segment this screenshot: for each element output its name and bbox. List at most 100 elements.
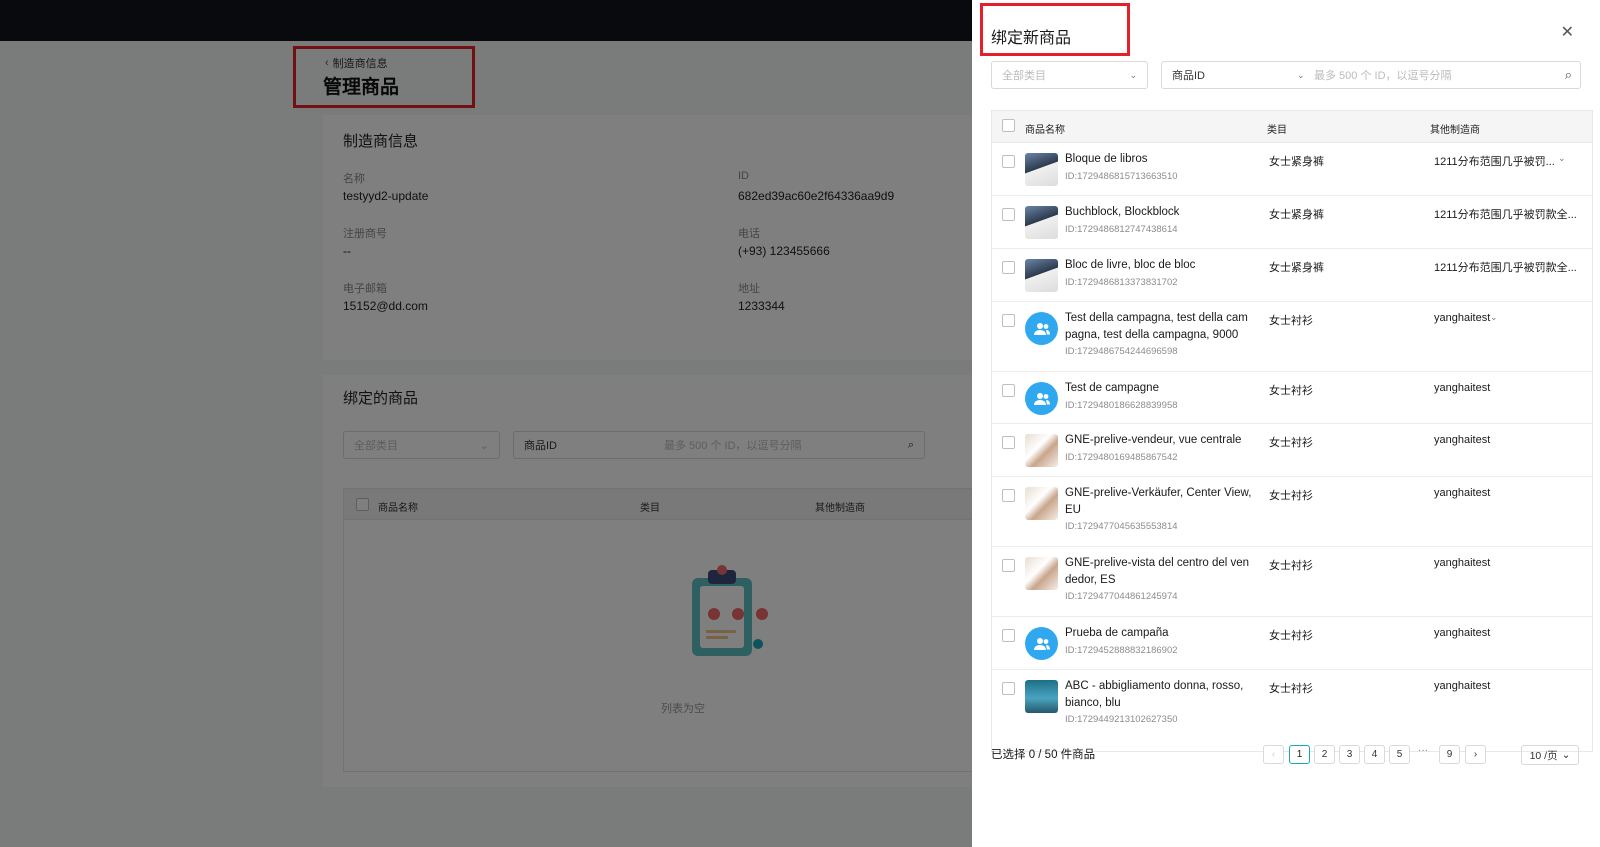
chevron-down-icon: ⌄ (1297, 69, 1305, 80)
page-button-3[interactable]: 3 (1339, 745, 1360, 764)
product-thumbnail (1025, 259, 1058, 292)
other-manufacturer: 1211分布范围几乎被罚... (1434, 156, 1555, 168)
product-category: 女士衬衫 (1269, 490, 1313, 502)
product-id: ID:1729480186628839958 (1065, 400, 1178, 411)
column-header-name: 商品名称 (1025, 125, 1065, 136)
page-button-2[interactable]: 2 (1314, 745, 1335, 764)
chevron-right-icon[interactable]: › (1465, 745, 1486, 764)
table-row[interactable]: Test de campagne ID:1729480186628839958 女士… (992, 372, 1592, 424)
table-row[interactable]: Bloque de libros ID:1729486815713663510 女士… (992, 143, 1592, 196)
product-id: ID:1729486812747438614 (1065, 224, 1178, 235)
table-row[interactable]: GNE-prelive-Verkäufer, Center View, EU ID… (992, 477, 1592, 547)
product-name: GNE-prelive-Verkäufer, Center View, EU (1065, 487, 1252, 516)
chevron-down-icon: ⌄ (1561, 749, 1571, 761)
product-category: 女士紧身裤 (1269, 209, 1324, 221)
product-category: 女士衬衫 (1269, 315, 1313, 327)
product-thumbnail (1025, 557, 1058, 590)
row-checkbox[interactable] (1002, 436, 1015, 449)
product-name: Bloc de livre, bloc de bloc (1065, 259, 1196, 271)
user-group-icon (1025, 382, 1058, 415)
product-name: GNE-prelive-vista del centro del ven ded… (1065, 557, 1250, 586)
page-size-select[interactable]: 10 /页 ⌄ (1521, 745, 1579, 765)
chevron-down-icon[interactable]: ⌄ (1490, 312, 1498, 323)
product-name: Test della campagna, test della cam pagn… (1065, 312, 1248, 341)
chevron-left-icon[interactable]: ‹ (1263, 745, 1284, 764)
product-name: Bloque de libros (1065, 153, 1148, 165)
user-group-icon (1025, 627, 1058, 660)
other-manufacturer: 1211分布范围几乎被罚款全... (1434, 262, 1577, 274)
table-row[interactable]: Test della campagna, test della cam pagn… (992, 302, 1592, 372)
product-id: ID:1729477044861245974 (1065, 591, 1178, 602)
other-manufacturer: yanghaitest (1434, 382, 1491, 394)
modal-overlay[interactable] (0, 0, 972, 847)
other-manufacturer: yanghaitest (1434, 627, 1491, 639)
table-row[interactable]: Buchblock, Blockblock ID:1729486812747438… (992, 196, 1592, 249)
row-checkbox[interactable] (1002, 384, 1015, 397)
row-checkbox[interactable] (1002, 314, 1015, 327)
product-category: 女士紧身裤 (1269, 156, 1324, 168)
product-name: GNE-prelive-vendeur, vue centrale (1065, 434, 1242, 446)
other-manufacturer: yanghaitest (1434, 557, 1491, 569)
table-row[interactable]: Bloc de livre, bloc de bloc ID:1729486813… (992, 249, 1592, 302)
table-row[interactable]: GNE-prelive-vendeur, vue centrale ID:1729… (992, 424, 1592, 477)
page-button-5[interactable]: 5 (1389, 745, 1410, 764)
chevron-down-icon[interactable]: ⌄ (1558, 153, 1566, 164)
product-thumbnail (1025, 434, 1058, 467)
search-input[interactable]: 商品ID ⌄ 最多 500 个 ID，以逗号分隔 ⌕ (1161, 61, 1581, 89)
chevron-down-icon: ⌄ (1129, 69, 1137, 80)
row-checkbox[interactable] (1002, 489, 1015, 502)
product-category: 女士衬衫 (1269, 630, 1313, 642)
row-checkbox[interactable] (1002, 208, 1015, 221)
page-button-1[interactable]: 1 (1289, 745, 1310, 764)
product-table: 商品名称 类目 其他制造商 Bloque de libros ID:1729486… (991, 110, 1593, 752)
row-checkbox[interactable] (1002, 559, 1015, 572)
row-checkbox[interactable] (1002, 261, 1015, 274)
table-header: 商品名称 类目 其他制造商 (992, 111, 1592, 143)
product-thumbnail (1025, 206, 1058, 239)
product-name: Buchblock, Blockblock (1065, 206, 1180, 218)
column-header-category: 类目 (1267, 125, 1287, 136)
table-row[interactable]: ABC - abbigliamento donna, rosso, bianco… (992, 670, 1592, 740)
user-group-icon (1025, 312, 1058, 345)
selection-count: 已选择 0 / 50 件商品 (991, 749, 1096, 761)
column-header-other-maker: 其他制造商 (1430, 125, 1480, 136)
table-row[interactable]: Prueba de campaña ID:1729452888832186902 女… (992, 617, 1592, 670)
search-placeholder: 最多 500 个 ID，以逗号分隔 (1314, 70, 1452, 82)
product-category: 女士衬衫 (1269, 683, 1313, 695)
select-all-checkbox[interactable] (1002, 119, 1015, 132)
category-select[interactable]: 全部类目 ⌄ (991, 61, 1148, 89)
page-size-value: 10 /页 (1529, 749, 1558, 762)
product-thumbnail (1025, 680, 1058, 713)
close-icon[interactable]: ✕ (1561, 22, 1574, 42)
other-manufacturer: yanghaitest (1434, 434, 1491, 446)
product-id: ID:1729480169485867542 (1065, 452, 1178, 463)
page-button-4[interactable]: 4 (1364, 745, 1385, 764)
product-name: Test de campagne (1065, 382, 1159, 394)
row-checkbox[interactable] (1002, 629, 1015, 642)
search-icon[interactable]: ⌕ (1565, 67, 1572, 83)
product-thumbnail (1025, 487, 1058, 520)
bind-product-drawer: 绑定新商品 ✕ 全部类目 ⌄ 商品ID ⌄ 最多 500 个 ID，以逗号分隔 … (972, 0, 1600, 847)
product-category: 女士紧身裤 (1269, 262, 1324, 274)
other-manufacturer: yanghaitest (1434, 680, 1491, 692)
product-id: ID:1729449213102627350 (1065, 714, 1178, 725)
product-id: ID:1729452888832186902 (1065, 645, 1178, 656)
product-category: 女士衬衫 (1269, 385, 1313, 397)
category-select-value: 全部类目 (1002, 70, 1046, 82)
search-field-select[interactable]: 商品ID (1172, 67, 1205, 83)
other-manufacturer: 1211分布范围几乎被罚款全... (1434, 209, 1577, 221)
product-thumbnail (1025, 153, 1058, 186)
pagination-ellipsis[interactable]: ··· (1418, 745, 1428, 756)
page-button-9[interactable]: 9 (1439, 745, 1460, 764)
table-row[interactable]: GNE-prelive-vista del centro del ven ded… (992, 547, 1592, 617)
other-manufacturer: yanghaitest (1434, 312, 1491, 324)
row-checkbox[interactable] (1002, 682, 1015, 695)
product-id: ID:1729477045635553814 (1065, 521, 1178, 532)
product-category: 女士衬衫 (1269, 560, 1313, 572)
product-id: ID:1729486813373831702 (1065, 277, 1178, 288)
drawer-title: 绑定新商品 (991, 30, 1072, 47)
row-checkbox[interactable] (1002, 155, 1015, 168)
product-id: ID:1729486815713663510 (1065, 171, 1178, 182)
product-name: ABC - abbigliamento donna, rosso, bianco… (1065, 680, 1244, 709)
product-name: Prueba de campaña (1065, 627, 1169, 639)
